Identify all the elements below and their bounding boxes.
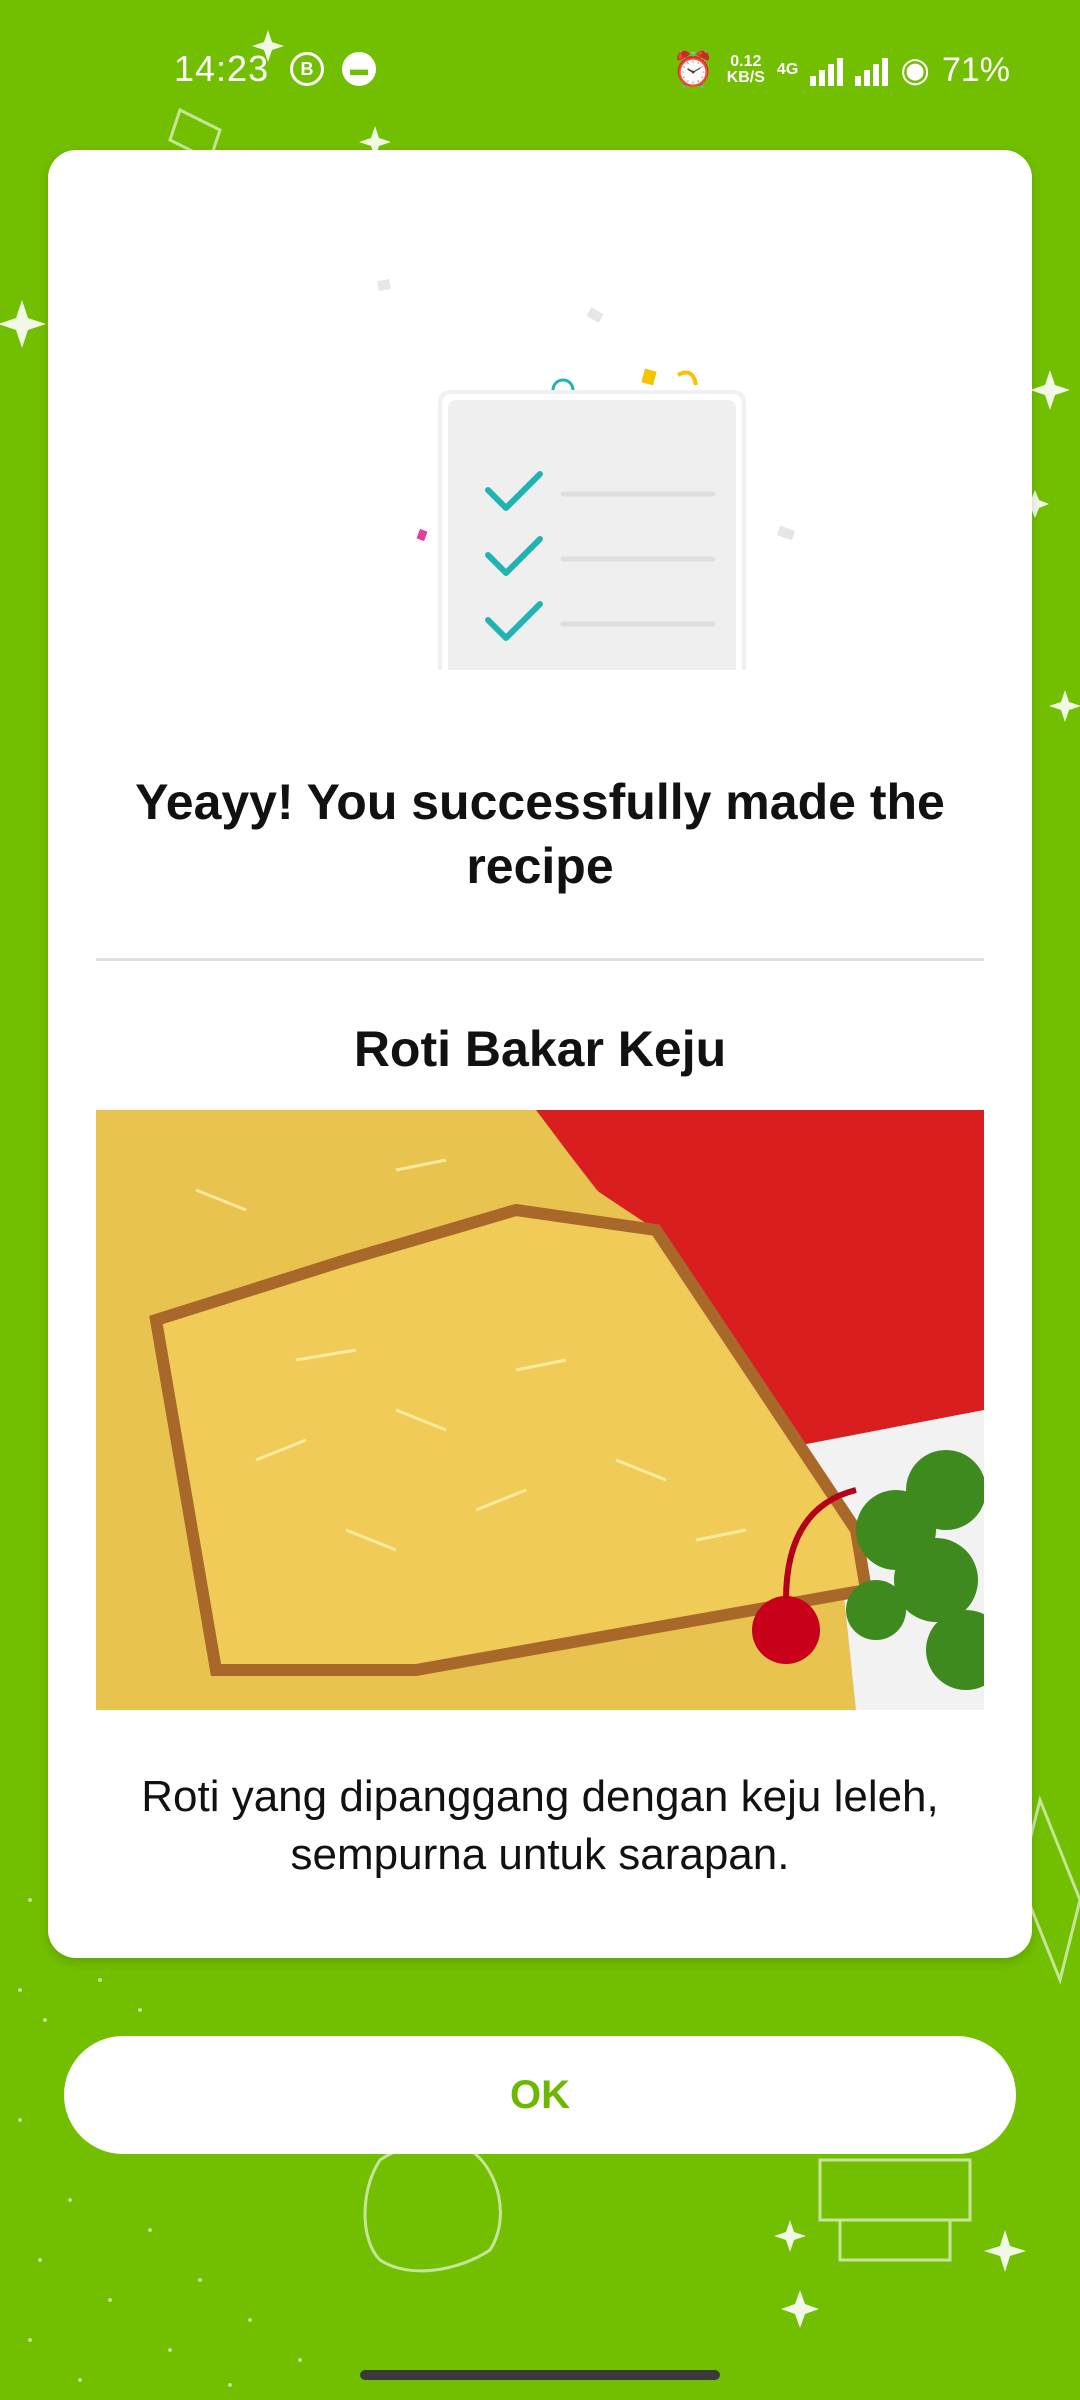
checklist-illustration — [377, 279, 796, 670]
battery-icon: ◉ — [900, 51, 930, 89]
b-app-icon: B — [290, 52, 324, 86]
recipe-name: Roti Bakar Keju — [353, 1021, 727, 1077]
alarm-icon: ⏰ — [672, 51, 715, 89]
recipe-description: Roti yang dipanggang dengan keju leleh, … — [141, 1772, 939, 1879]
battery-level: 71% — [941, 50, 1010, 89]
gesture-navigation-bar[interactable] — [360, 2370, 720, 2380]
success-dialog: Yeayy! You successfully made the recipe … — [48, 150, 1032, 1958]
network-type: 4G — [776, 61, 799, 78]
status-time: 14:23 — [174, 48, 270, 89]
recipe-photo — [96, 1110, 984, 1710]
network-speed-unit: KB/S — [726, 69, 765, 86]
chat-app-icon: ▬ — [342, 52, 376, 86]
network-speed: 0.12 KB/S — [727, 54, 765, 86]
divider — [96, 958, 984, 961]
network-speed-value: 0.12 — [730, 53, 762, 70]
ok-button[interactable]: OK — [64, 2036, 1016, 2154]
signal-icon-2 — [855, 54, 889, 86]
signal-icon — [810, 54, 844, 86]
status-bar: 14:23 B ▬ ⏰ 0.12 KB/S 4G ◉ 71% — [0, 0, 1080, 140]
success-title: Yeayy! You successfully made the recipe — [135, 774, 945, 894]
